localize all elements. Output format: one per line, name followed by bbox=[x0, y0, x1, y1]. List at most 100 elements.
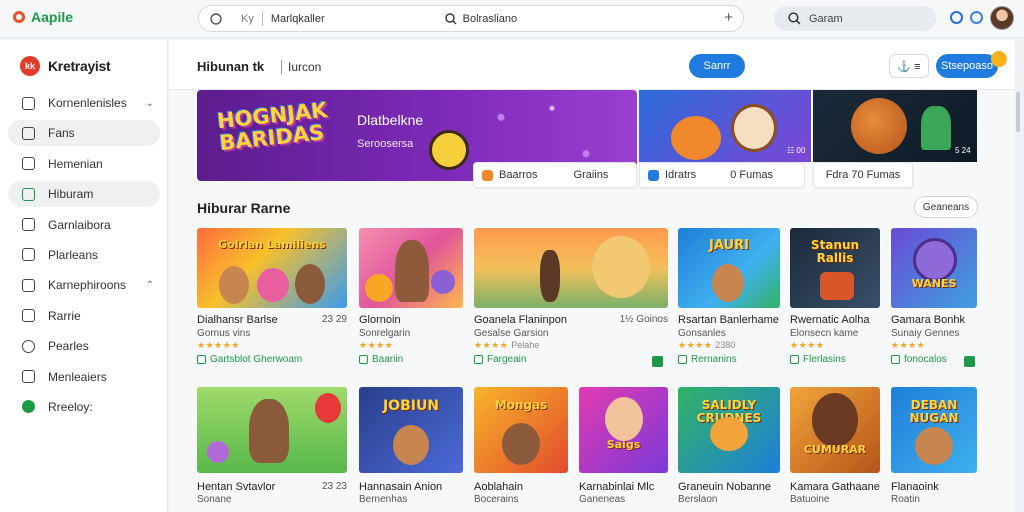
chip-baarros[interactable]: Baarros Graiins bbox=[473, 162, 637, 188]
character-image bbox=[605, 397, 643, 441]
settings-icon[interactable] bbox=[970, 11, 983, 24]
game-subtitle: Ganeneas bbox=[579, 494, 626, 505]
game-thumbnail-title: JAURI bbox=[709, 238, 749, 254]
new-tab-icon[interactable]: + bbox=[724, 9, 733, 26]
game-link[interactable]: Baariin bbox=[359, 354, 403, 365]
game-thumbnail bbox=[474, 228, 668, 308]
fire-icon bbox=[482, 169, 493, 181]
sidebar-item-menleaiers[interactable]: Menleaiers bbox=[8, 364, 160, 390]
sidebar-item-label: Hiburam bbox=[48, 187, 94, 202]
address-separator bbox=[261, 11, 263, 26]
top-search-input[interactable]: Garam bbox=[774, 6, 936, 31]
address-text: Marlqkaller bbox=[270, 12, 325, 25]
character-image bbox=[393, 425, 429, 465]
sidebar-item-kornenlenisles[interactable]: Kornenlenisles ⌄ bbox=[8, 90, 160, 116]
character-image bbox=[540, 250, 560, 302]
sidebar-item-plarleans[interactable]: Plarleans bbox=[8, 242, 160, 268]
game-count: 1½ Goinos bbox=[619, 314, 668, 325]
sidebar-item-hiburam[interactable]: Hiburam bbox=[8, 181, 160, 208]
page-subtitle[interactable]: Iurcon bbox=[281, 60, 321, 74]
chip-label: Idratrs bbox=[665, 169, 697, 181]
cookie-image bbox=[851, 98, 907, 154]
avatar[interactable] bbox=[990, 6, 1014, 30]
tag-icon bbox=[790, 355, 799, 364]
game-title: Hentan Svtavlor bbox=[197, 481, 276, 493]
page-title: Hibunan tk bbox=[197, 59, 265, 74]
see-all-button[interactable]: Geaneans bbox=[914, 196, 978, 218]
sidebar-item-hemenian[interactable]: Hemenian bbox=[8, 151, 160, 177]
filter-button[interactable]: ⚓ ≡ bbox=[889, 54, 929, 78]
action-button[interactable]: Stsepoaso bbox=[936, 54, 998, 78]
game-title: Hannasain Anion bbox=[359, 481, 443, 493]
promo-banner-cookie[interactable]: 5 24 bbox=[813, 90, 977, 162]
game-title: Rsartan Banlerhame bbox=[678, 314, 779, 326]
dog-character-image bbox=[592, 236, 650, 298]
game-title: Karnabinlai Mlc bbox=[579, 481, 655, 493]
sidebar-item-rreeloy[interactable]: Rreeloy: bbox=[8, 394, 160, 420]
character-image bbox=[712, 264, 744, 302]
game-thumbnail-title: CUMURAR bbox=[803, 442, 867, 456]
drop-icon bbox=[22, 339, 35, 353]
star-rating: ★★★★ bbox=[891, 340, 926, 350]
game-thumbnail: DEBAN NUGAN bbox=[891, 387, 977, 473]
hero-subtitle: Seroosersa bbox=[357, 138, 414, 150]
game-thumbnail bbox=[359, 228, 463, 308]
check-icon[interactable] bbox=[652, 356, 663, 367]
character-image bbox=[257, 268, 289, 302]
search-icon bbox=[444, 12, 457, 24]
chevron-up-icon[interactable]: ⌃ bbox=[146, 280, 154, 291]
chevron-down-icon[interactable]: ⌄ bbox=[146, 98, 154, 109]
game-link[interactable]: fonocalos bbox=[891, 354, 947, 365]
game-thumbnail: JOBIUN bbox=[359, 387, 463, 473]
game-title: Goanela Flaninpon bbox=[474, 314, 567, 326]
brand-name: Kretrayist bbox=[48, 58, 111, 74]
address-query: Bolrasliano bbox=[462, 12, 518, 25]
app-logo[interactable]: Aapile bbox=[12, 9, 73, 25]
sync-icon[interactable] bbox=[950, 11, 963, 24]
card-icon bbox=[22, 126, 35, 140]
chip-fdra[interactable]: Fdra 70 Fumas bbox=[813, 162, 913, 188]
tag-icon bbox=[891, 355, 900, 364]
tag-icon bbox=[359, 355, 368, 364]
sidebar-item-label: Hemenian bbox=[48, 156, 103, 171]
tag-icon bbox=[678, 355, 687, 364]
game-link[interactable]: Gartsblot Gherwoam bbox=[197, 354, 302, 365]
chip-idratrs[interactable]: Idratrs 0 Fumas bbox=[639, 162, 805, 188]
sidebar-item-label: Kornenlenisles bbox=[48, 96, 127, 110]
check-icon[interactable] bbox=[964, 356, 975, 367]
character-image bbox=[395, 240, 429, 302]
home-icon bbox=[22, 96, 35, 110]
chip-right-label: 0 Fumas bbox=[730, 169, 773, 181]
primary-button[interactable]: Sanrr bbox=[689, 54, 745, 78]
game-thumbnail-title: JOBIUN bbox=[382, 398, 440, 415]
sidebar-item-label: Karnephiroons bbox=[48, 278, 127, 293]
sidebar-brand[interactable]: kk Kretrayist bbox=[20, 56, 111, 76]
scrollbar[interactable] bbox=[1016, 92, 1020, 132]
game-link[interactable]: Rernanins bbox=[678, 354, 737, 365]
refresh-icon[interactable] bbox=[209, 12, 223, 26]
hero-title: Dlatbelkne bbox=[357, 112, 424, 128]
character-image bbox=[731, 104, 777, 152]
star-rating: ★★★★ 2380 bbox=[678, 340, 736, 350]
sidebar-item-rarrie[interactable]: Rarrie bbox=[8, 303, 160, 329]
sidebar-item-garnlaibora[interactable]: Garnlaibora bbox=[8, 212, 160, 238]
game-title: Flanaoink bbox=[891, 481, 939, 493]
top-search-text: Garam bbox=[809, 12, 843, 25]
sidebar-item-pearles[interactable]: Pearles bbox=[8, 333, 160, 359]
sidebar-item-karnephiroons[interactable]: Karnephiroons ⌃ bbox=[8, 272, 160, 298]
app-name: Aapile bbox=[31, 9, 74, 25]
address-bar[interactable]: Ky Marlqkaller Bolrasliano + bbox=[198, 5, 744, 32]
game-link[interactable]: Flerlasins bbox=[790, 354, 846, 365]
game-thumbnail bbox=[197, 387, 347, 473]
page-header: Hibunan tk Iurcon Sanrr ⚓ ≡ Stsepoaso bbox=[169, 40, 1015, 90]
sidebar-item-label: Garnlaibora bbox=[48, 217, 111, 232]
star-rating: ★★★★★ bbox=[197, 340, 240, 350]
sidebar-item-fans[interactable]: Fans bbox=[8, 120, 160, 147]
sidebar-item-label: Fans bbox=[48, 126, 75, 141]
game-thumbnail: WANES bbox=[891, 228, 977, 308]
pumpkin-image bbox=[671, 116, 721, 160]
game-link[interactable]: Fargeain bbox=[474, 354, 526, 365]
search-icon bbox=[788, 12, 801, 25]
balloon-image bbox=[207, 441, 229, 463]
promo-banner-halloween[interactable]: ☷ 00 bbox=[639, 90, 811, 162]
